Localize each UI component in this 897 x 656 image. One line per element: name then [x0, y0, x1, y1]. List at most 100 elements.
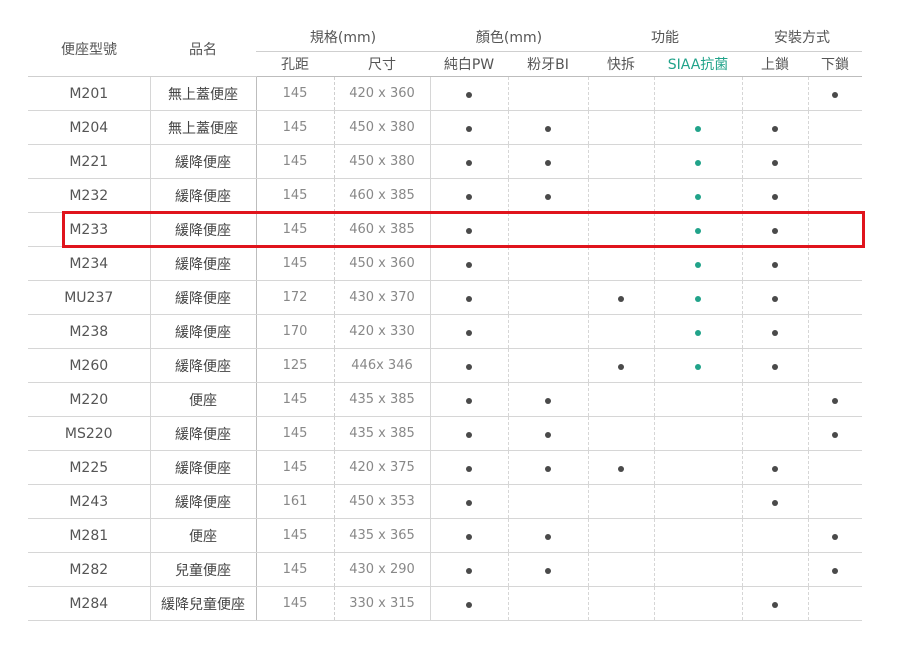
cell-model: M232: [28, 178, 150, 213]
table-row: M284 緩降兒童便座 145 330 x 315: [28, 586, 863, 621]
cell-bi: [507, 450, 589, 485]
siaa-dot-icon: [695, 363, 702, 370]
cell-hole-distance: 145: [255, 552, 334, 587]
cell-pw: [429, 76, 509, 111]
cell-name: 緩降便座: [149, 450, 256, 485]
cell-name: 便座: [149, 382, 256, 417]
siaa-dot-icon: [695, 329, 702, 336]
cell-bottom: [807, 484, 863, 519]
cell-bottom: [807, 76, 863, 111]
cell-top: [741, 416, 809, 451]
subheader-hole: 孔距: [281, 57, 309, 73]
cell-size: 430 x 370: [333, 280, 431, 315]
cell-top: [741, 552, 809, 587]
dot-icon: [772, 295, 779, 302]
cell-size: 435 x 385: [333, 416, 431, 451]
cell-quick: [587, 416, 655, 451]
cell-hole-distance: 145: [255, 518, 334, 553]
cell-siaa: [653, 552, 743, 587]
dot-icon: [466, 363, 473, 370]
dot-icon: [772, 159, 779, 166]
dot-icon: [466, 601, 473, 608]
cell-siaa: [653, 518, 743, 553]
cell-top: [741, 246, 809, 281]
cell-bottom: [807, 110, 863, 145]
cell-name: 緩降便座: [149, 246, 256, 281]
cell-bi: [507, 280, 589, 315]
dot-icon: [466, 261, 473, 268]
cell-model: M281: [28, 518, 150, 553]
cell-pw: [429, 586, 509, 621]
table-row: M225 緩降便座 145 420 x 375: [28, 450, 863, 485]
cell-name: 緩降便座: [149, 144, 256, 179]
siaa-dot-icon: [695, 159, 702, 166]
subheader-top-lock: 上鎖: [761, 57, 790, 73]
cell-model: M220: [28, 382, 150, 417]
table-body: M201 無上蓋便座 145 420 x 360 M204 無上蓋便座 145 450 x 3…: [28, 76, 863, 621]
cell-pw: [429, 314, 509, 349]
table-row: M234 緩降便座 145 450 x 360: [28, 246, 863, 281]
cell-siaa: [653, 450, 743, 485]
cell-pw: [429, 552, 509, 587]
cell-pw: [429, 144, 509, 179]
cell-siaa: [653, 314, 743, 349]
header-install: 安裝方式: [742, 22, 863, 52]
cell-top: [741, 382, 809, 417]
subheader-pw: 純白PW: [443, 57, 495, 73]
cell-size: 430 x 290: [333, 552, 431, 587]
cell-siaa: [653, 76, 743, 111]
cell-pw: [429, 178, 509, 213]
cell-pw: [429, 518, 509, 553]
cell-bottom: [807, 178, 863, 213]
dot-icon: [466, 295, 473, 302]
cell-hole-distance: 161: [255, 484, 334, 519]
cell-hole-distance: 172: [255, 280, 334, 315]
cell-bottom: [807, 518, 863, 553]
cell-hole-distance: 145: [255, 144, 334, 179]
cell-model: M204: [28, 110, 150, 145]
cell-model: M234: [28, 246, 150, 281]
cell-name: 緩降便座: [149, 348, 256, 383]
cell-top: [741, 450, 809, 485]
cell-pw: [429, 382, 509, 417]
cell-bi: [507, 246, 589, 281]
cell-siaa: [653, 348, 743, 383]
cell-quick: [587, 314, 655, 349]
cell-bottom: [807, 586, 863, 621]
siaa-dot-icon: [695, 193, 702, 200]
cell-bi: [507, 416, 589, 451]
cell-quick: [587, 552, 655, 587]
cell-top: [741, 110, 809, 145]
cell-top: [741, 586, 809, 621]
cell-hole-distance: 145: [255, 76, 334, 111]
dot-icon: [466, 431, 473, 438]
subheader-bottom-lock: 下鎖: [821, 57, 850, 73]
dot-icon: [832, 431, 839, 438]
cell-name: 緩降便座: [149, 416, 256, 451]
cell-quick: [587, 76, 655, 111]
cell-bottom: [807, 144, 863, 179]
dot-icon: [618, 363, 625, 370]
dot-icon: [545, 533, 552, 540]
table-row: M238 緩降便座 170 420 x 330: [28, 314, 863, 349]
cell-siaa: [653, 246, 743, 281]
cell-hole-distance: 145: [255, 382, 334, 417]
table-row: M282 兒童便座 145 430 x 290: [28, 552, 863, 587]
cell-top: [741, 280, 809, 315]
table-row: M243 緩降便座 161 450 x 353: [28, 484, 863, 519]
cell-siaa: [653, 280, 743, 315]
cell-bi: [507, 110, 589, 145]
cell-model: M201: [28, 76, 150, 111]
cell-pw: [429, 246, 509, 281]
cell-siaa: [653, 144, 743, 179]
cell-top: [741, 518, 809, 553]
cell-name: 緩降便座: [149, 314, 256, 349]
cell-bi: [507, 382, 589, 417]
cell-size: 460 x 385: [333, 178, 431, 213]
cell-size: 420 x 375: [333, 450, 431, 485]
dot-icon: [772, 601, 779, 608]
cell-top: [741, 348, 809, 383]
cell-name: 緩降兒童便座: [149, 586, 256, 621]
cell-model: M243: [28, 484, 150, 519]
cell-model: MS220: [28, 416, 150, 451]
